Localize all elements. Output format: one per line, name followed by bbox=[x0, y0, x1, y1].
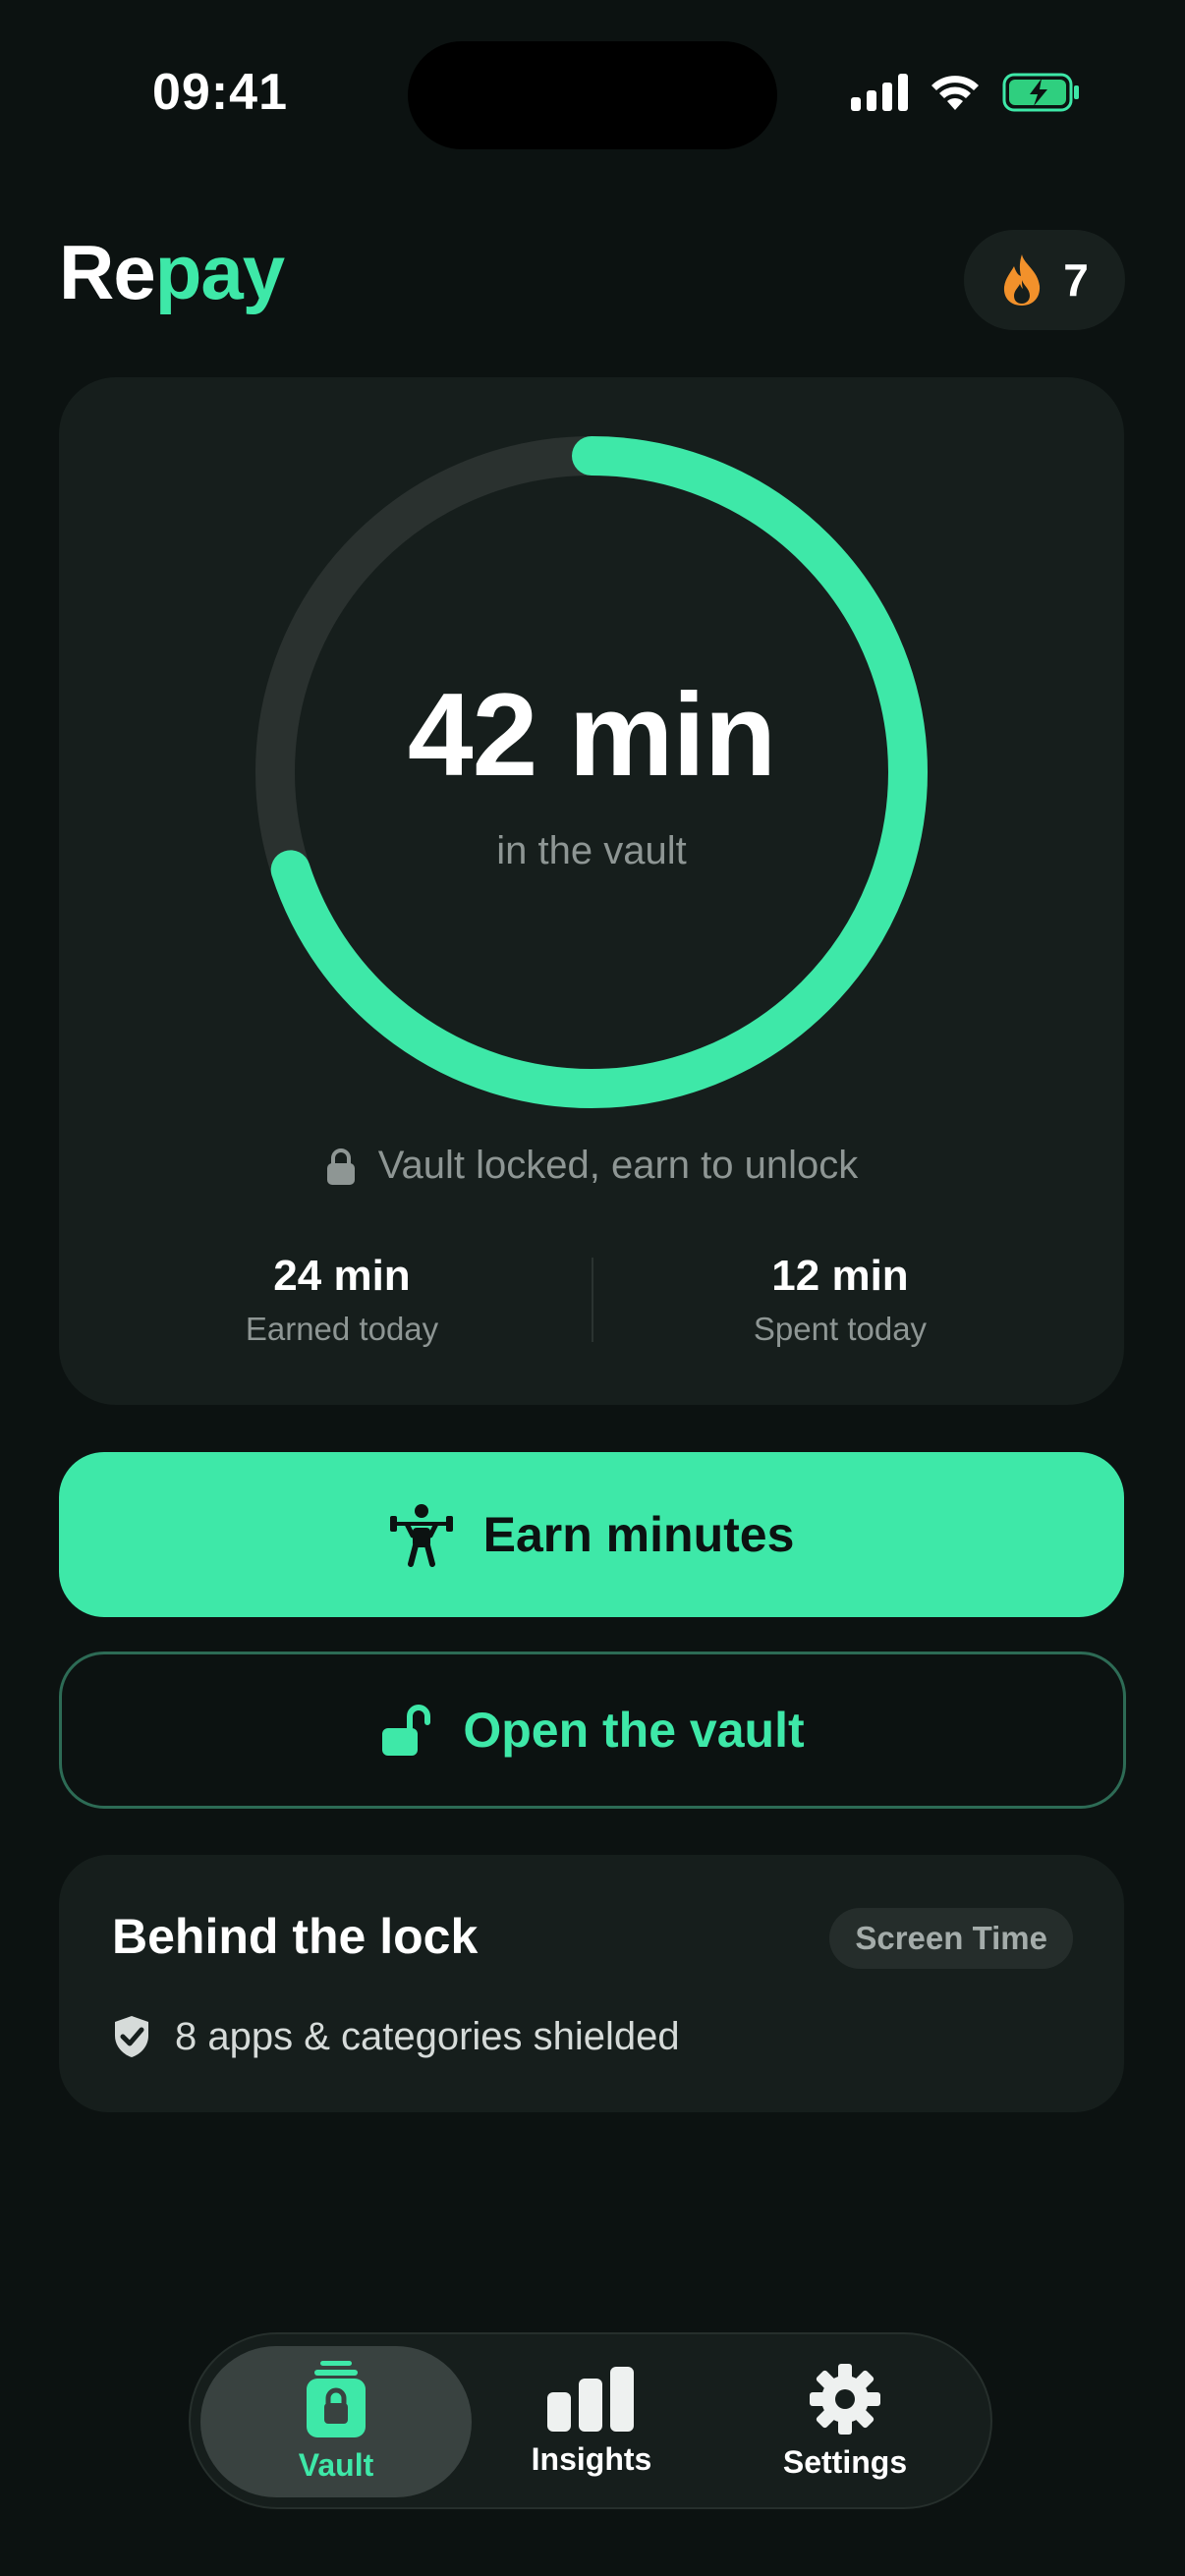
vault-minutes-caption: in the vault bbox=[496, 829, 687, 872]
battery-icon bbox=[1002, 73, 1079, 112]
stat-spent-label: Spent today bbox=[753, 1311, 928, 1347]
stats-divider bbox=[592, 1258, 593, 1342]
shield-check-icon bbox=[115, 2016, 148, 2057]
earn-minutes-button[interactable]: Earn minutes bbox=[59, 1452, 1124, 1617]
vault-icon bbox=[307, 2360, 366, 2437]
gear-icon bbox=[810, 2363, 880, 2435]
screen-time-badge: Screen Time bbox=[829, 1908, 1073, 1969]
stat-spent-today: 12 min Spent today bbox=[644, 1252, 1037, 1348]
stat-earned-today: 24 min Earned today bbox=[145, 1252, 538, 1348]
vault-lock-status: Vault locked, earn to unlock bbox=[59, 1144, 1124, 1188]
tab-bar: Vault Insights Settings bbox=[189, 2332, 992, 2509]
streak-count: 7 bbox=[1063, 254, 1089, 306]
behind-the-lock-card[interactable]: Behind the lock Screen Time 8 apps & cat… bbox=[59, 1855, 1124, 2112]
dynamic-island bbox=[408, 41, 777, 149]
logo-text-re: Re bbox=[59, 229, 156, 315]
stat-earned-value: 24 min bbox=[273, 1252, 411, 1300]
shielded-apps-row: 8 apps & categories shielded bbox=[112, 2014, 680, 2059]
vault-card: 42 min in the vault Vault locked, earn t… bbox=[59, 377, 1124, 1405]
stat-spent-value: 12 min bbox=[771, 1252, 909, 1300]
tab-vault-label: Vault bbox=[298, 2446, 374, 2483]
behind-the-lock-title: Behind the lock bbox=[112, 1909, 479, 1964]
shielded-apps-text: 8 apps & categories shielded bbox=[175, 2014, 680, 2058]
streak-badge[interactable]: 7 bbox=[964, 230, 1125, 330]
flame-icon bbox=[1004, 254, 1041, 306]
bar-chart-icon bbox=[547, 2366, 634, 2432]
signal-icon bbox=[851, 74, 908, 111]
earn-minutes-label: Earn minutes bbox=[482, 1507, 795, 1562]
logo-text-pay: pay bbox=[154, 229, 285, 315]
wifi-icon bbox=[931, 76, 979, 110]
tab-settings[interactable]: Settings bbox=[709, 2346, 981, 2497]
lock-icon bbox=[326, 1148, 355, 1185]
app-logo: Repay bbox=[59, 234, 285, 310]
vault-minutes-value: 42 min bbox=[407, 669, 776, 801]
open-vault-button[interactable]: Open the vault bbox=[59, 1652, 1126, 1809]
open-vault-label: Open the vault bbox=[463, 1703, 805, 1758]
status-time: 09:41 bbox=[152, 64, 288, 121]
status-icons bbox=[851, 73, 1081, 112]
lock-status-text: Vault locked, earn to unlock bbox=[377, 1144, 859, 1187]
tab-vault[interactable]: Vault bbox=[200, 2346, 472, 2497]
tab-insights[interactable]: Insights bbox=[456, 2346, 727, 2497]
stat-earned-label: Earned today bbox=[245, 1311, 439, 1347]
tab-settings-label: Settings bbox=[782, 2443, 908, 2480]
tab-insights-label: Insights bbox=[531, 2440, 652, 2477]
unlock-icon bbox=[382, 1705, 431, 1756]
weightlifter-icon bbox=[389, 1504, 453, 1567]
